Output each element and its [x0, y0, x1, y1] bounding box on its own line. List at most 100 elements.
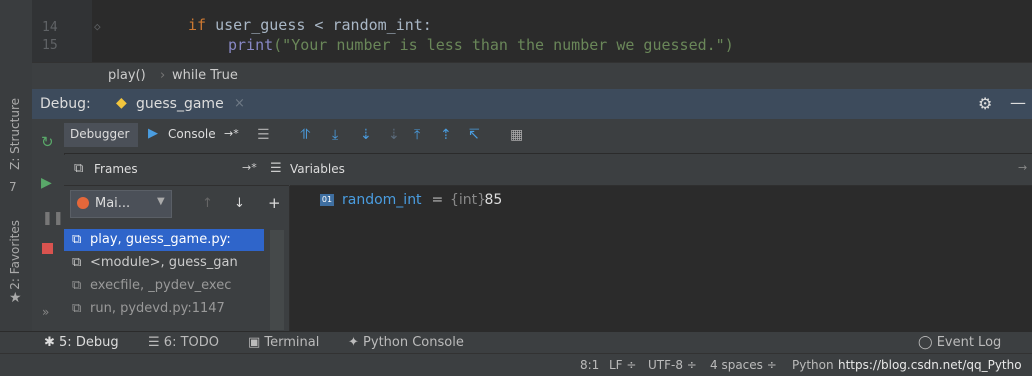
frame-icon: ⧉	[72, 278, 82, 293]
python-icon: ◆	[116, 95, 127, 111]
step-out-icon[interactable]: ⤒	[414, 127, 420, 143]
frame-icon: ⧉	[72, 255, 82, 270]
pause-icon[interactable]: ❚❚	[42, 211, 64, 226]
console-icon: ▶	[148, 126, 158, 141]
tab-terminal[interactable]: ▣ Terminal	[248, 335, 319, 350]
code-line: print("Your number is less than the numb…	[228, 36, 734, 54]
tab-event-log-label: Event Log	[936, 335, 1002, 350]
int-type-icon: 01	[320, 194, 334, 206]
favorites-tab-label: 2: Favorites	[8, 220, 22, 290]
debug-icon: ✱	[44, 335, 60, 350]
more-icon[interactable]: »	[42, 305, 49, 319]
variables-icon: ☰	[270, 161, 282, 176]
event-log-icon: ◯	[918, 335, 937, 350]
frames-icon: ⧉	[74, 161, 84, 176]
frame-item[interactable]: ⧉ run, pydevd.py:1147	[64, 298, 264, 320]
breadcrumb-item[interactable]: while True	[172, 68, 238, 83]
frame-up-icon[interactable]: ↑	[202, 196, 213, 211]
status-bar: 8:1 LF ÷ UTF-8 ÷ 4 spaces ÷ Python https…	[0, 353, 1032, 376]
frame-label: execfile, _pydev_exec	[90, 278, 232, 293]
todo-icon: ☰	[148, 335, 164, 350]
tab-debugger[interactable]: Debugger	[64, 123, 138, 147]
string-literal: ("Your number is less than the number we…	[273, 36, 734, 54]
tab-debug[interactable]: ✱ 5: Debug	[44, 335, 119, 350]
tab-python-console-label: Python Console	[363, 335, 464, 350]
breadcrumb: play() › while True	[32, 62, 1032, 89]
thread-selector[interactable]: Mai... ▼	[70, 190, 172, 218]
show-execution-point-icon[interactable]: ⥣	[300, 127, 310, 143]
chevron-down-icon: ▼	[157, 196, 165, 207]
frames-panel: Mai... ▼ ↑ ↓ + ⧉ play, guess_game.py: ⧉ …	[64, 186, 290, 331]
indent-setting[interactable]: 4 spaces ÷	[710, 358, 777, 372]
menu-icon[interactable]: ☰	[257, 127, 270, 143]
breadcrumb-item[interactable]: play()	[108, 68, 146, 83]
variable-eq: =	[427, 192, 448, 208]
frame-label: run, pydevd.py:1147	[90, 301, 225, 316]
variables-panel: 01 random_int = {int} 85	[290, 186, 1032, 331]
code-editor[interactable]: 14 15 ◇ if user_guess < random_int: prin…	[32, 0, 1032, 62]
frame-item[interactable]: ⧉ <module>, guess_gan	[64, 252, 264, 274]
tool-window-bar: ✱ 5: Debug ☰ 6: TODO ▣ Terminal ✦ Python…	[0, 331, 1032, 354]
resume-icon[interactable]: ▶	[41, 175, 52, 191]
frame-icon: ⧉	[72, 301, 82, 316]
evaluate-expression-icon[interactable]: ▦	[510, 127, 523, 143]
close-icon[interactable]: ×	[234, 96, 245, 111]
star-icon: ★	[9, 290, 22, 306]
debug-title-bar: Debug: ◆ guess_game × ⚙ —	[32, 89, 1032, 119]
tab-debugger-label: Debugger	[70, 127, 130, 141]
line-number: 15	[42, 38, 58, 53]
interpreter[interactable]: Python	[792, 358, 834, 372]
file-encoding[interactable]: UTF-8 ÷	[648, 358, 697, 372]
structure-tab-label: Z: Structure	[8, 98, 22, 170]
tab-todo[interactable]: ☰ 6: TODO	[148, 335, 219, 350]
step-out-icon-2[interactable]: ⇡	[440, 127, 452, 143]
frame-item[interactable]: ⧉ execfile, _pydev_exec	[64, 275, 264, 297]
rerun-icon[interactable]: ↻	[41, 133, 54, 151]
variable-value: 85	[480, 192, 503, 208]
frame-item[interactable]: ⧉ play, guess_game.py:	[64, 229, 264, 251]
tab-terminal-label: Terminal	[264, 335, 320, 350]
debug-actions: ↻ ▶ ❚❚ »	[32, 119, 65, 331]
thread-status-icon	[77, 197, 89, 209]
tab-debug-label: 5: Debug	[59, 335, 119, 350]
frame-icon: ⧉	[72, 232, 82, 247]
variable-name: random_int	[342, 192, 422, 208]
gear-icon[interactable]: ⚙	[978, 94, 992, 113]
code-text: user_guess < random_int:	[206, 16, 432, 34]
variables-title: Variables	[290, 162, 345, 176]
favorites-tab[interactable]: 2: Favorites	[8, 220, 22, 290]
minimize-icon[interactable]: —	[1010, 93, 1026, 112]
code-line: if user_guess < random_int:	[188, 16, 432, 34]
watermark: https://blog.csdn.net/qq_Pytho	[838, 358, 1022, 372]
editor-gutter	[32, 0, 92, 62]
structure-tab[interactable]: Z: Structure	[8, 98, 22, 170]
add-icon[interactable]: +	[268, 194, 281, 212]
line-separator[interactable]: LF ÷	[609, 358, 636, 372]
frame-label: play, guess_game.py:	[90, 232, 231, 247]
terminal-icon: ▣	[248, 335, 265, 350]
tab-python-console[interactable]: ✦ Python Console	[348, 335, 464, 350]
stop-icon[interactable]	[42, 243, 53, 254]
breadcrumb-separator: ›	[160, 68, 166, 83]
step-over-icon[interactable]: ⤓	[332, 127, 338, 143]
thread-name: Mai...	[95, 196, 131, 211]
frames-title: Frames	[94, 162, 138, 176]
structure-key: 7	[9, 180, 17, 194]
scrollbar[interactable]	[270, 230, 284, 330]
keyword: if	[188, 16, 207, 34]
step-into-icon[interactable]: ⇣	[360, 127, 372, 143]
variables-header: ☰ Variables →	[270, 155, 1032, 186]
debug-toolbar: Debugger ▶ Console →* ☰ ⥣ ⤓ ⇣ ⇣ ⤒ ⇡ ↸ ▦	[64, 119, 1032, 154]
frames-arrow[interactable]: →*	[242, 161, 257, 174]
run-to-cursor-icon[interactable]: ↸	[468, 127, 480, 143]
fold-icon[interactable]: ◇	[94, 20, 101, 33]
caret-position[interactable]: 8:1	[580, 358, 599, 372]
frame-down-icon[interactable]: ↓	[234, 196, 245, 211]
line-number: 14	[42, 20, 58, 35]
more-arrow[interactable]: →	[1018, 161, 1027, 174]
force-step-into-icon[interactable]: ⇣	[388, 127, 400, 143]
frame-label: <module>, guess_gan	[90, 255, 238, 270]
builtin-function: print	[228, 36, 274, 54]
tab-event-log[interactable]: ◯ Event Log	[918, 335, 1001, 350]
frames-header: ⧉ Frames →*	[64, 155, 289, 186]
